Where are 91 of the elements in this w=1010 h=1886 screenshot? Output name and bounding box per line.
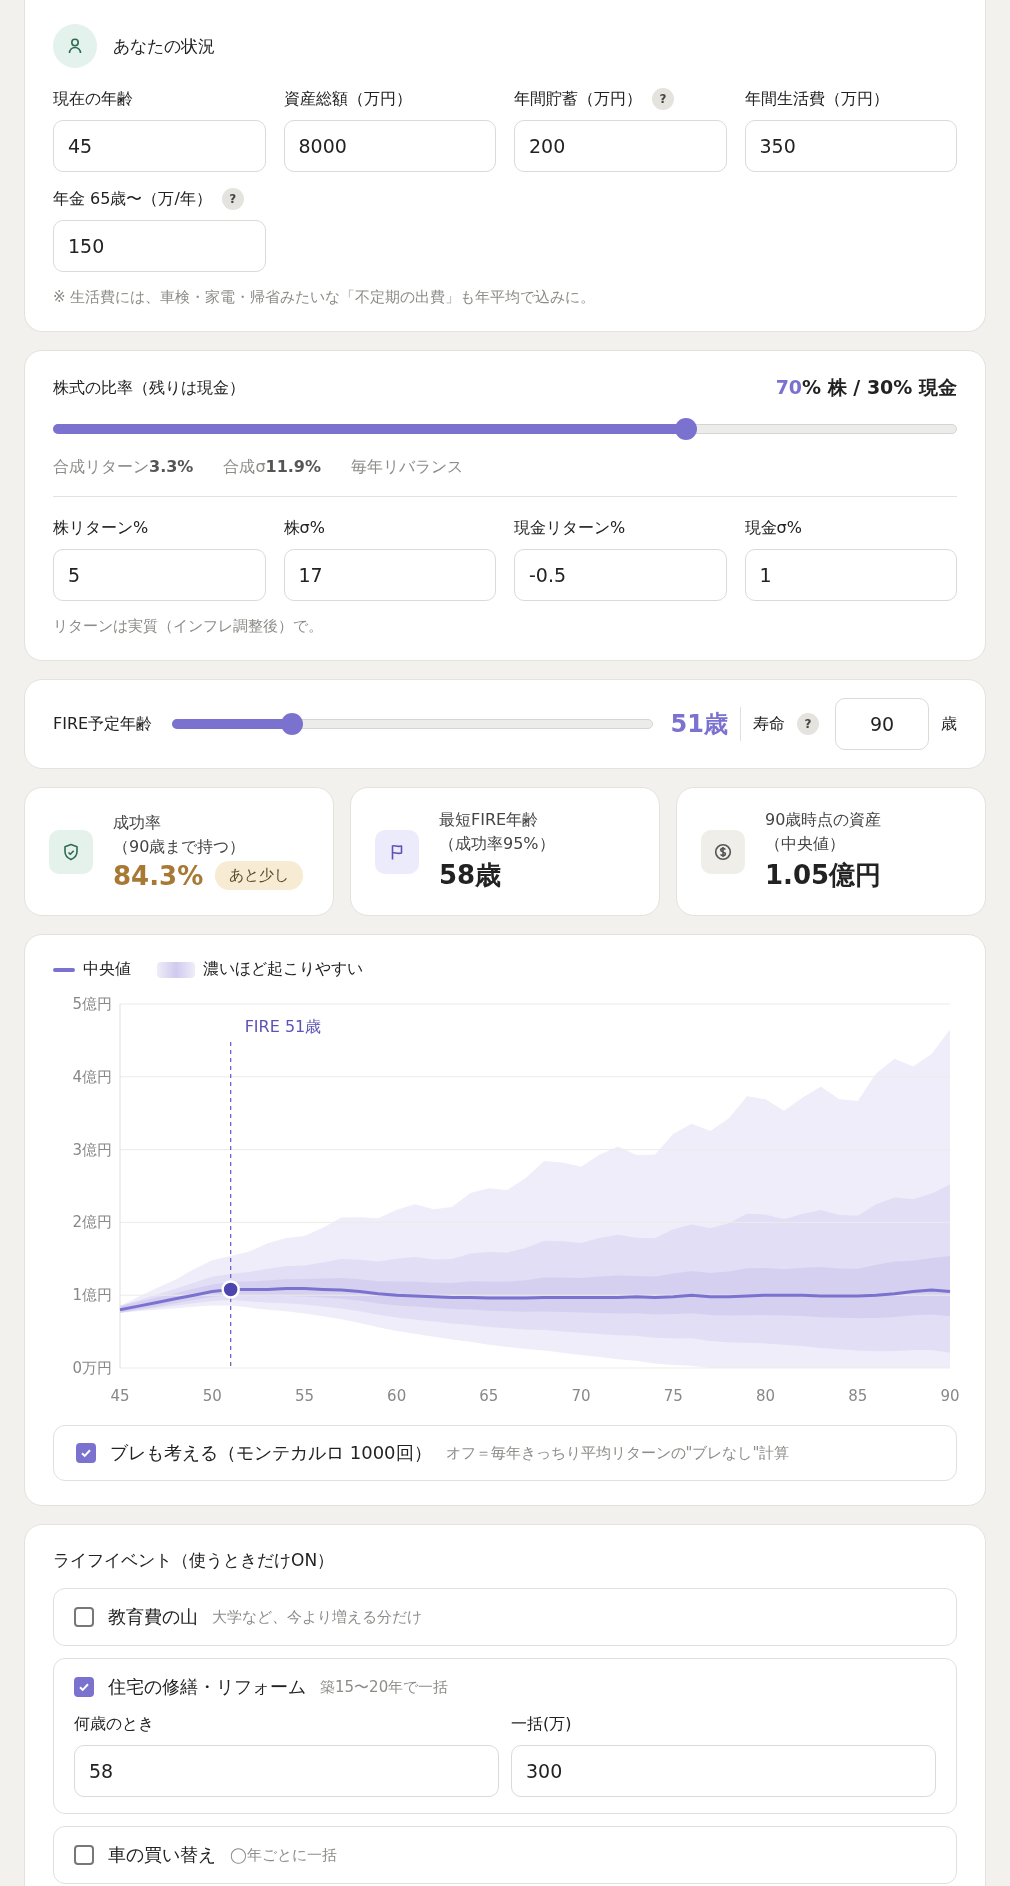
axis-label: 5億円 bbox=[72, 995, 112, 1013]
axis-label: 3億円 bbox=[72, 1140, 112, 1159]
help-icon[interactable]: ? bbox=[797, 713, 819, 735]
axis-label: 50 bbox=[202, 1387, 222, 1405]
section-title: あなたの状況 bbox=[113, 34, 215, 58]
stat-subtitle: （90歳まで持つ） bbox=[113, 836, 247, 858]
input-field[interactable]: 8000 bbox=[283, 120, 496, 172]
field-label: 年金 65歳〜（万/年） bbox=[53, 188, 212, 210]
hint-text: ◯年ごとに一括 bbox=[230, 1845, 337, 1865]
fire-age-label: FIRE予定年齢 bbox=[53, 713, 153, 735]
lifespan-label: 寿命 bbox=[753, 713, 785, 735]
input-field[interactable]: 300 bbox=[511, 1745, 936, 1797]
ratio-slider[interactable] bbox=[53, 417, 957, 441]
axis-label: 70 bbox=[571, 1387, 591, 1405]
field-label: 何歳のとき bbox=[74, 1713, 154, 1735]
shield-check-icon bbox=[49, 829, 93, 874]
field-label: 年間生活費（万円） bbox=[744, 88, 889, 110]
stat-title: 最短FIRE年齢 bbox=[439, 810, 540, 831]
field-label: 現在の年齢 bbox=[53, 88, 133, 110]
field-label: 資産総額（万円） bbox=[283, 88, 412, 110]
person-icon bbox=[53, 24, 97, 68]
input-field[interactable]: 17 bbox=[283, 549, 496, 601]
axis-label: 55 bbox=[294, 1387, 314, 1405]
help-icon[interactable]: ? bbox=[221, 188, 244, 210]
marker-label: FIRE 51歳 bbox=[244, 1017, 322, 1036]
unit-label: 歳 bbox=[941, 713, 957, 735]
checkbox-label: ブレも考える（モンテカルロ 1000回） bbox=[110, 1441, 432, 1465]
note-text: リターンは実質（インフレ調整後）で。 bbox=[53, 617, 324, 636]
lifespan-input[interactable]: 90 bbox=[835, 698, 929, 750]
input-field[interactable]: 150 bbox=[53, 220, 266, 272]
flag-icon bbox=[375, 829, 419, 874]
slider-thumb[interactable] bbox=[674, 418, 697, 440]
stat-title: 90歳時点の資産 bbox=[765, 810, 882, 831]
stat-text: 合成リターン3.3% bbox=[53, 457, 194, 478]
checkbox[interactable] bbox=[74, 1845, 94, 1865]
input-field[interactable]: 45 bbox=[53, 120, 266, 172]
stat-text: 合成σ11.9% bbox=[223, 457, 322, 478]
section-title: 株式の比率（残りは現金） bbox=[53, 377, 245, 399]
help-icon[interactable]: ? bbox=[652, 88, 674, 110]
legend-label: 濃いほど起こりやすい bbox=[203, 959, 363, 980]
field-label: 株σ% bbox=[283, 517, 325, 539]
hint-text: 大学など、今より増える分だけ bbox=[212, 1607, 422, 1627]
field-label: 一括(万) bbox=[511, 1713, 572, 1735]
ratio-text: 70% 株 / 30% 現金 bbox=[775, 375, 957, 400]
field-label: 現金σ% bbox=[744, 517, 802, 539]
stat-value: 84.3% bbox=[113, 860, 204, 891]
input-field[interactable]: 5 bbox=[53, 549, 266, 601]
axis-label: 85 bbox=[848, 1387, 868, 1405]
input-field[interactable]: 200 bbox=[514, 120, 727, 172]
note-text: ※ 生活費には、車検・家電・帰省みたいな「不定期の出費」も年平均で込みに。 bbox=[53, 288, 597, 307]
checkbox[interactable] bbox=[74, 1607, 94, 1627]
axis-label: 75 bbox=[663, 1387, 683, 1405]
event-title: 住宅の修繕・リフォーム bbox=[108, 1675, 306, 1699]
fire-age-slider[interactable] bbox=[172, 712, 653, 736]
field-label: 年間貯蓄（万円） bbox=[514, 88, 642, 110]
status-badge: あと少し bbox=[215, 861, 304, 890]
checkbox[interactable] bbox=[76, 1443, 96, 1463]
axis-label: 0万円 bbox=[72, 1359, 112, 1377]
axis-label: 1億円 bbox=[72, 1286, 112, 1305]
input-field[interactable]: 1 bbox=[744, 549, 957, 601]
checkbox[interactable] bbox=[74, 1677, 94, 1697]
fire-age-value: 51歳 bbox=[670, 709, 728, 740]
input-field[interactable]: 58 bbox=[74, 1745, 499, 1797]
axis-label: 60 bbox=[387, 1387, 407, 1405]
legend-swatch bbox=[157, 961, 195, 978]
stat-subtitle: （成功率95%） bbox=[439, 834, 555, 855]
stat-value: 58歳 bbox=[439, 859, 502, 892]
event-title: 車の買い替え bbox=[108, 1843, 216, 1867]
axis-label: 90 bbox=[940, 1387, 960, 1405]
stat-subtitle: （中央値） bbox=[765, 834, 846, 855]
field-label: 現金リターン% bbox=[514, 517, 626, 539]
hint-text: オフ＝毎年きっちり平均リターンの"ブレなし"計算 bbox=[445, 1443, 790, 1463]
legend-line bbox=[53, 967, 75, 972]
field-label: 株リターン% bbox=[53, 517, 149, 539]
coin-icon bbox=[701, 829, 745, 874]
axis-label: 45 bbox=[110, 1387, 130, 1405]
stat-text: 毎年リバランス bbox=[351, 457, 464, 478]
axis-label: 65 bbox=[479, 1387, 499, 1405]
stat-value: 1.05億円 bbox=[765, 859, 882, 892]
legend-label: 中央値 bbox=[83, 959, 131, 980]
input-field[interactable]: -0.5 bbox=[514, 549, 727, 601]
axis-label: 2億円 bbox=[72, 1213, 112, 1232]
input-field[interactable]: 350 bbox=[744, 120, 957, 172]
stat-title: 成功率 bbox=[113, 812, 162, 834]
event-title: 教育費の山 bbox=[108, 1605, 198, 1629]
axis-label: 4億円 bbox=[72, 1067, 112, 1086]
section-title: ライフイベント（使うときだけON） bbox=[53, 1549, 336, 1572]
axis-label: 80 bbox=[756, 1387, 776, 1405]
fire-point bbox=[221, 1280, 240, 1299]
hint-text: 築15〜20年で一括 bbox=[320, 1677, 449, 1697]
slider-thumb[interactable] bbox=[281, 713, 304, 735]
